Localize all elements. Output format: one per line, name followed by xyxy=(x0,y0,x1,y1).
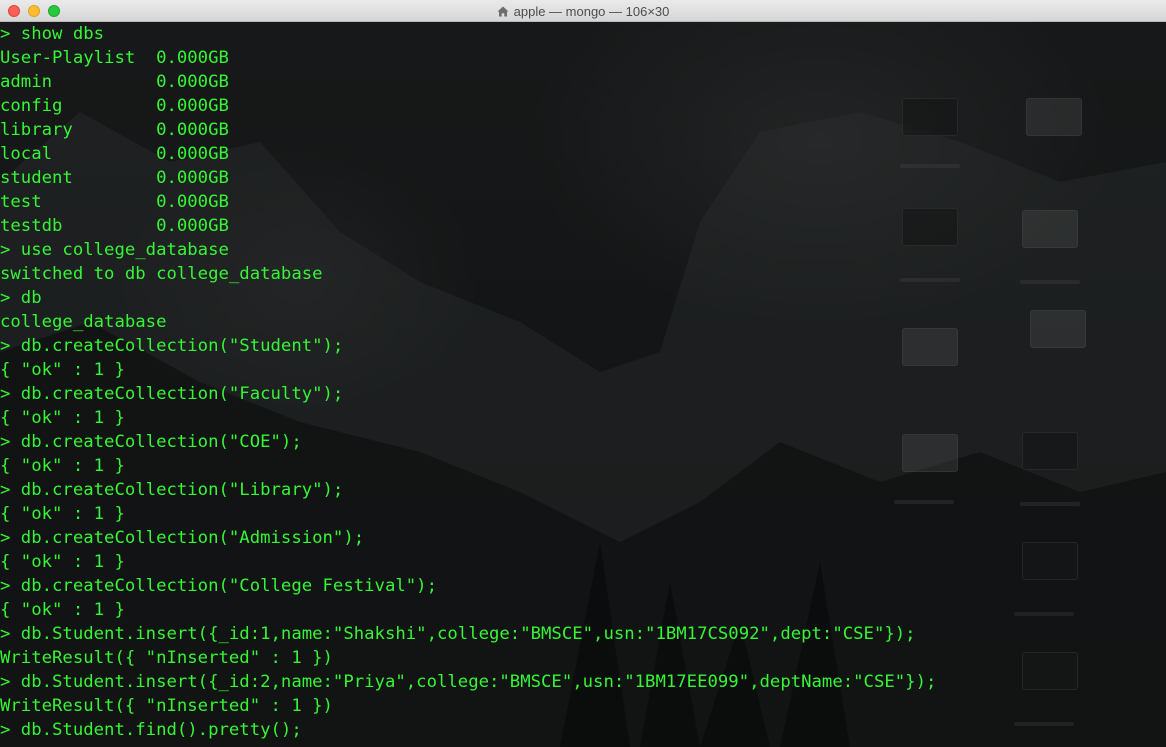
terminal-line: > db.Student.find().pretty(); xyxy=(0,720,302,740)
terminal-line: college_database xyxy=(0,312,167,332)
terminal-line: > use college_database xyxy=(0,240,229,260)
terminal-line: { "ok" : 1 } xyxy=(0,456,125,476)
terminal-line: { "ok" : 1 } xyxy=(0,552,125,572)
home-icon xyxy=(497,6,509,16)
terminal-line: switched to db college_database xyxy=(0,264,323,284)
terminal-line: admin 0.000GB xyxy=(0,72,229,92)
title-bar[interactable]: apple — mongo — 106×30 xyxy=(0,0,1166,22)
terminal-line: test 0.000GB xyxy=(0,192,229,212)
terminal-line: > db.createCollection("Student"); xyxy=(0,336,344,356)
terminal-line: > db.createCollection("Admission"); xyxy=(0,528,365,548)
terminal-line: > db xyxy=(0,288,42,308)
terminal-line: WriteResult({ "nInserted" : 1 }) xyxy=(0,648,333,668)
terminal-line: { "ok" : 1 } xyxy=(0,504,125,524)
terminal-line: { "ok" : 1 } xyxy=(0,408,125,428)
terminal-line: testdb 0.000GB xyxy=(0,216,229,236)
terminal-window: apple — mongo — 106×30 > show dbs User-P… xyxy=(0,0,1166,747)
terminal-line: { "ok" : 1 } xyxy=(0,360,125,380)
terminal-line: student 0.000GB xyxy=(0,168,229,188)
terminal-line: > db.createCollection("College Festival"… xyxy=(0,576,437,596)
terminal-line: > db.createCollection("Library"); xyxy=(0,480,344,500)
window-title: apple — mongo — 106×30 xyxy=(513,3,670,19)
terminal-output[interactable]: > show dbs User-Playlist 0.000GB admin 0… xyxy=(0,22,1166,747)
terminal-line: local 0.000GB xyxy=(0,144,229,164)
terminal-line: User-Playlist 0.000GB xyxy=(0,48,229,68)
terminal-line: library 0.000GB xyxy=(0,120,229,140)
terminal-line: > db.Student.insert({_id:1,name:"Shakshi… xyxy=(0,624,916,644)
terminal-line: > show dbs xyxy=(0,24,105,44)
window-title-group: apple — mongo — 106×30 xyxy=(0,0,1166,22)
terminal-line: { "ok" : 1 } xyxy=(0,600,125,620)
terminal-lines: > show dbs User-Playlist 0.000GB admin 0… xyxy=(0,22,1166,742)
terminal-line: config 0.000GB xyxy=(0,96,229,116)
terminal-line: WriteResult({ "nInserted" : 1 }) xyxy=(0,696,333,716)
terminal-line: > db.Student.insert({_id:2,name:"Priya",… xyxy=(0,672,937,692)
terminal-line: > db.createCollection("COE"); xyxy=(0,432,302,452)
terminal-line: > db.createCollection("Faculty"); xyxy=(0,384,344,404)
